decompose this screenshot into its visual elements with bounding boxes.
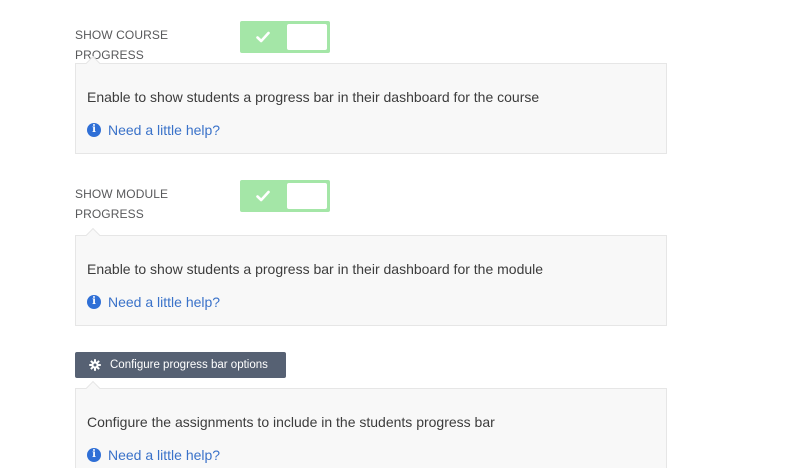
- show-course-progress-toggle[interactable]: [240, 21, 330, 53]
- info-icon: i: [87, 123, 101, 137]
- configure-help-link[interactable]: i Need a little help?: [87, 447, 220, 463]
- help-link-text[interactable]: Need a little help?: [108, 294, 220, 310]
- course-progress-info-box: Enable to show students a progress bar i…: [75, 55, 667, 154]
- toggle-knob: [287, 183, 327, 209]
- callout-arrow: [85, 227, 101, 243]
- module-progress-help-link[interactable]: i Need a little help?: [87, 294, 220, 310]
- help-link-text[interactable]: Need a little help?: [108, 447, 220, 463]
- course-progress-help-link[interactable]: i Need a little help?: [87, 122, 220, 138]
- info-icon: i: [87, 448, 101, 462]
- toggle-knob: [287, 24, 327, 50]
- course-progress-description: Enable to show students a progress bar i…: [87, 89, 540, 105]
- configure-button-label: Configure progress bar options: [110, 359, 268, 371]
- check-icon: [240, 180, 286, 212]
- show-module-progress-toggle[interactable]: [240, 180, 330, 212]
- show-course-progress-label: SHOW COURSE PROGRESS: [75, 28, 169, 62]
- info-icon: i: [87, 295, 101, 309]
- configure-progress-bar-button[interactable]: Configure progress bar options: [75, 352, 286, 378]
- gear-icon: [89, 359, 101, 371]
- check-icon: [240, 21, 286, 53]
- configure-info-box: Configure the assignments to include in …: [75, 380, 667, 468]
- show-module-progress-label: SHOW MODULE PROGRESS: [75, 187, 169, 221]
- callout-arrow: [85, 380, 101, 396]
- help-link-text[interactable]: Need a little help?: [108, 122, 220, 138]
- module-progress-info-box: Enable to show students a progress bar i…: [75, 227, 667, 326]
- configure-description: Configure the assignments to include in …: [87, 414, 495, 430]
- module-progress-description: Enable to show students a progress bar i…: [87, 261, 544, 277]
